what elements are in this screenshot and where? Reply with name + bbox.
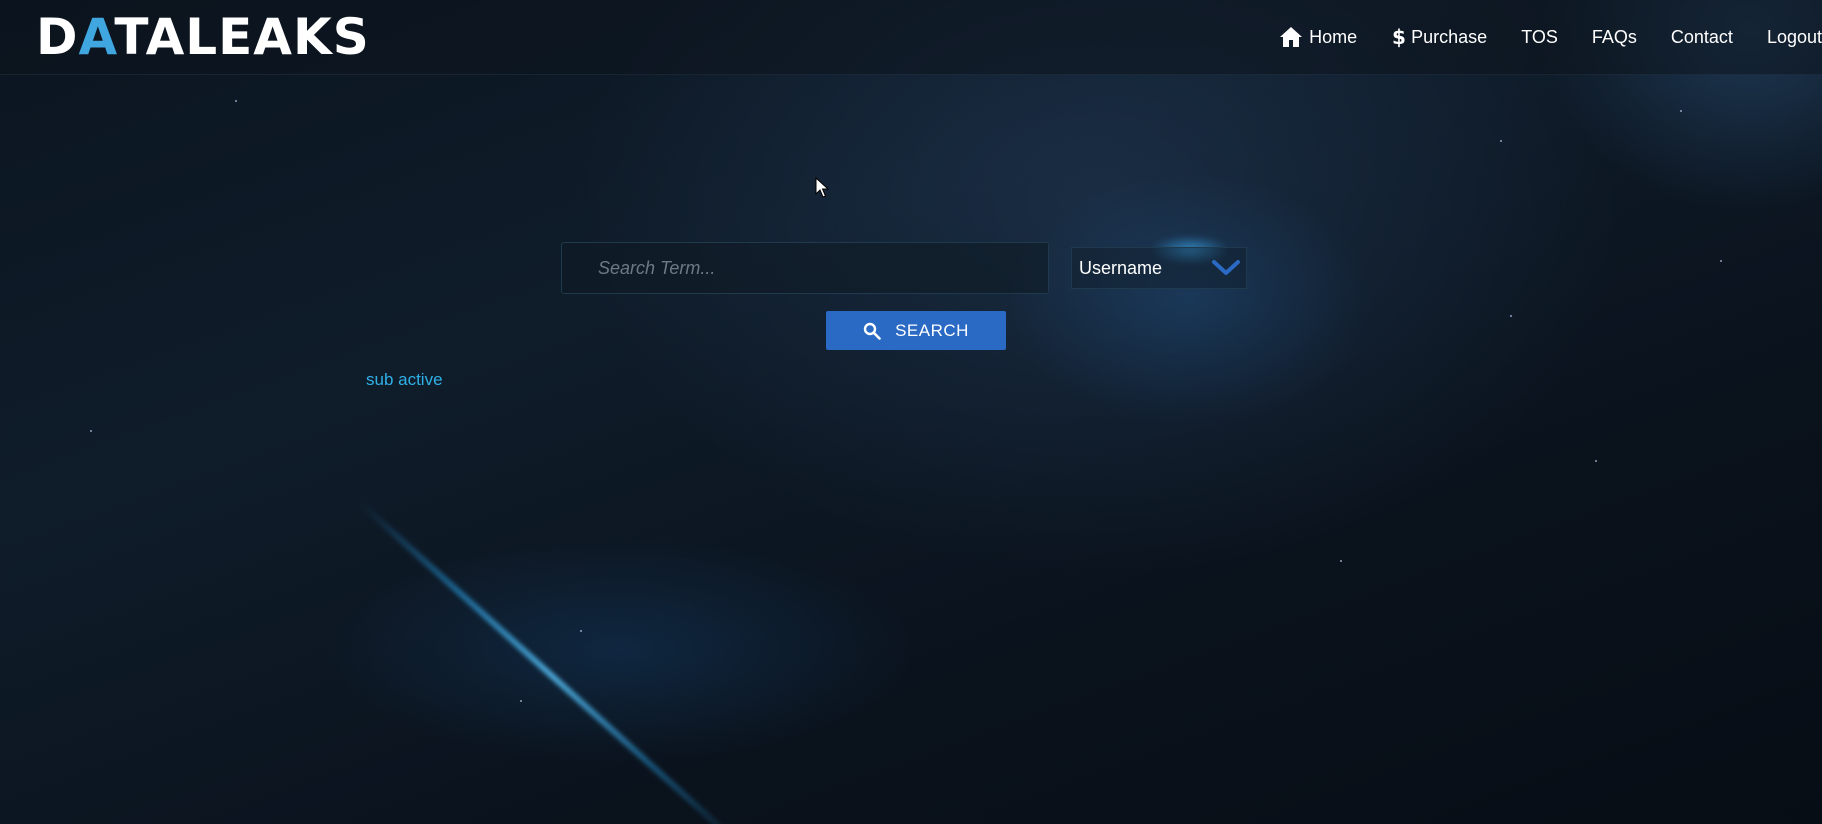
nav-home-label: Home	[1309, 26, 1358, 47]
nav-contact-label: Contact	[1670, 26, 1733, 47]
background-star	[1680, 110, 1682, 112]
nav-tos[interactable]: TOS	[1521, 27, 1558, 48]
search-input[interactable]	[561, 242, 1049, 294]
search-button-label: SEARCH	[895, 320, 969, 340]
mouse-cursor-icon	[815, 176, 830, 204]
background-star	[520, 700, 522, 702]
nav-faqs[interactable]: FAQs	[1592, 27, 1637, 48]
nav-contact[interactable]: Contact	[1671, 27, 1733, 48]
svg-text:$: $	[1392, 26, 1405, 48]
background-star	[1500, 140, 1502, 142]
nav-purchase[interactable]: $ Purchase	[1391, 26, 1487, 48]
nav-tos-label: TOS	[1521, 26, 1558, 47]
background-star	[580, 630, 582, 632]
top-navbar: DATALEAKS Home $ Purchase TOS FAQs Conta…	[0, 0, 1822, 75]
search-type-selected: Username	[1079, 257, 1163, 278]
search-button[interactable]: SEARCH	[826, 311, 1006, 350]
background-star	[1720, 260, 1722, 262]
nav-logout-label: Logout	[1766, 26, 1822, 47]
datalkeaks-logo[interactable]: DATALEAKS	[36, 10, 370, 64]
nav-logout[interactable]: Logout	[1767, 27, 1822, 48]
background-star	[1595, 460, 1597, 462]
home-icon	[1279, 26, 1303, 48]
chevron-down-icon	[1210, 257, 1242, 284]
nav-home[interactable]: Home	[1279, 26, 1357, 48]
nav-faqs-label: FAQs	[1591, 26, 1637, 47]
search-type-select[interactable]: Username	[1071, 247, 1247, 289]
search-icon	[863, 322, 881, 340]
background-star	[1510, 315, 1512, 317]
background-star	[235, 100, 237, 102]
main-nav: Home $ Purchase TOS FAQs Contact Logout	[1245, 0, 1822, 74]
dollar-icon: $	[1391, 26, 1405, 48]
logo-text: DATALEAKS	[36, 8, 370, 66]
background-star	[1340, 560, 1342, 562]
subscription-status: sub active	[366, 370, 443, 389]
background-nebula	[357, 500, 749, 824]
nav-purchase-label: Purchase	[1411, 26, 1488, 47]
background-star	[90, 430, 92, 432]
